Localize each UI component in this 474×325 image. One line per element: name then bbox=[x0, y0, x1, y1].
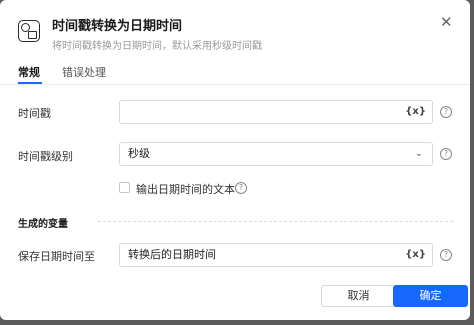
dialog-subtitle: 将时间戳转换为日期时间，默认采用秒级时间戳 bbox=[52, 41, 262, 52]
help-icon[interactable]: ? bbox=[440, 148, 452, 160]
help-icon[interactable]: ? bbox=[440, 106, 452, 118]
help-icon[interactable]: ? bbox=[440, 249, 452, 261]
save-to-value: 转换后的日期时间 bbox=[128, 248, 216, 261]
help-icon[interactable]: ? bbox=[235, 182, 247, 194]
timestamp-input[interactable]: {x} bbox=[119, 100, 433, 124]
timestamp-level-select[interactable]: 秒级 ⌄ bbox=[119, 142, 433, 166]
save-to-input[interactable]: 转换后的日期时间 {x} bbox=[119, 243, 433, 267]
section-divider bbox=[98, 221, 453, 222]
timestamp-convert-icon bbox=[18, 20, 40, 42]
timestamp-convert-dialog: 时间戳转换为日期时间 将时间戳转换为日期时间，默认采用秒级时间戳 ✕ 常规 错误… bbox=[0, 0, 470, 320]
tab-error-handling[interactable]: 错误处理 bbox=[62, 64, 106, 80]
dialog-title: 时间戳转换为日期时间 bbox=[52, 19, 183, 34]
generated-vars-title: 生成的变量 bbox=[18, 219, 68, 230]
save-to-label: 保存日期时间至 bbox=[18, 250, 95, 263]
output-text-label: 输出日期时间的文本 bbox=[136, 183, 235, 196]
timestamp-level-value: 秒级 bbox=[128, 147, 150, 160]
timestamp-level-label: 时间戳级别 bbox=[18, 150, 73, 163]
tab-divider bbox=[0, 84, 470, 85]
output-text-checkbox[interactable] bbox=[119, 182, 130, 193]
cancel-button[interactable]: 取消 bbox=[321, 285, 396, 307]
close-icon[interactable]: ✕ bbox=[440, 15, 453, 30]
chevron-down-icon: ⌄ bbox=[414, 148, 423, 159]
variable-icon[interactable]: {x} bbox=[405, 244, 426, 266]
tab-general[interactable]: 常规 bbox=[18, 64, 40, 80]
variable-icon[interactable]: {x} bbox=[405, 101, 426, 123]
confirm-button[interactable]: 确定 bbox=[393, 285, 468, 307]
timestamp-label: 时间戳 bbox=[18, 107, 51, 120]
